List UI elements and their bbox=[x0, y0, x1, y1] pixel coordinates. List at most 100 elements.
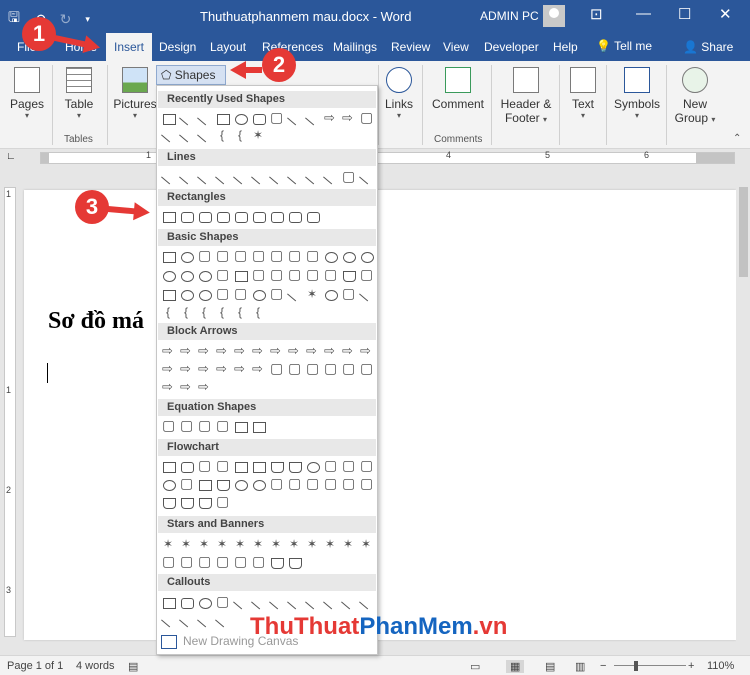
star-32-point-shape-icon[interactable] bbox=[358, 537, 376, 553]
document-page[interactable]: Sơ đồ má bbox=[24, 190, 736, 640]
line-callout-1-shape-icon[interactable] bbox=[232, 595, 250, 611]
header-footer-button[interactable]: Header & Footer ▾ bbox=[498, 67, 554, 125]
minimize-icon[interactable]: — bbox=[636, 5, 651, 22]
scribble-shape-icon[interactable] bbox=[358, 170, 376, 186]
star-24-point-shape-icon[interactable] bbox=[340, 537, 358, 553]
star-16-point-shape-icon[interactable] bbox=[322, 537, 340, 553]
elbow-arrow-shape-icon[interactable] bbox=[232, 170, 250, 186]
down-arrow-shape-icon[interactable] bbox=[214, 343, 232, 360]
share-button[interactable]: 👤 Share bbox=[683, 40, 733, 54]
document-heading[interactable]: Sơ đồ má bbox=[48, 308, 144, 335]
line-callout-border-3-shape-icon[interactable] bbox=[160, 613, 178, 629]
explosion-2-shape-icon[interactable] bbox=[178, 537, 196, 553]
division-shape-icon[interactable] bbox=[214, 417, 232, 435]
tab-insert[interactable]: Insert bbox=[106, 33, 153, 61]
customize-qat-icon[interactable]: ▾ bbox=[85, 14, 90, 25]
comment-button[interactable]: Comment bbox=[430, 67, 486, 111]
flowchart-internal-storage-shape-icon[interactable] bbox=[250, 459, 268, 475]
tab-layout[interactable]: Layout bbox=[210, 40, 246, 54]
down-arrow-callout-shape-icon[interactable] bbox=[322, 360, 340, 378]
left-brace-shape-icon[interactable] bbox=[214, 128, 232, 144]
symbols-button[interactable]: Symbols ▾ bbox=[613, 67, 661, 120]
teardrop-shape-icon[interactable] bbox=[214, 266, 232, 284]
triangle-shape-icon[interactable] bbox=[196, 247, 214, 265]
minus-shape-icon[interactable] bbox=[178, 417, 196, 435]
arc-shape-icon[interactable] bbox=[358, 287, 376, 303]
arc-shape-icon[interactable] bbox=[178, 128, 196, 144]
scrollbar-thumb[interactable] bbox=[739, 187, 748, 277]
print-layout-icon[interactable]: ▦ bbox=[506, 660, 525, 673]
right-brace-shape-icon[interactable] bbox=[250, 305, 268, 321]
wave-shape-icon[interactable] bbox=[268, 555, 286, 571]
curve-shape-icon[interactable] bbox=[160, 128, 178, 144]
rounded-rectangle-shape-icon[interactable] bbox=[250, 111, 268, 127]
curved-ribbon-down-shape-icon[interactable] bbox=[214, 553, 232, 571]
curved-up-arrow-shape-icon[interactable] bbox=[196, 361, 214, 378]
line-callout-accent-border-1-shape-icon[interactable] bbox=[178, 613, 196, 629]
star-shape-icon[interactable] bbox=[250, 128, 268, 144]
curved-ribbon-up-shape-icon[interactable] bbox=[196, 553, 214, 571]
rectangle-shape-icon[interactable] bbox=[214, 111, 232, 127]
left-right-arrow-callout-shape-icon[interactable] bbox=[160, 379, 178, 396]
down-arrow-shape-icon[interactable] bbox=[340, 110, 358, 127]
flowchart-delay-shape-icon[interactable] bbox=[358, 475, 376, 493]
curved-down-arrow-shape-icon[interactable] bbox=[214, 361, 232, 378]
up-down-arrow-shape-icon[interactable] bbox=[250, 343, 268, 360]
shapes-button[interactable]: ⬠ Shapes ▾ bbox=[156, 65, 226, 95]
triangle-shape-icon[interactable] bbox=[268, 109, 286, 127]
horizontal-scroll-shape-icon[interactable] bbox=[250, 553, 268, 571]
heptagon-shape-icon[interactable] bbox=[322, 249, 340, 265]
round-diagonal-rectangle-shape-icon[interactable] bbox=[304, 209, 322, 225]
notched-right-arrow-shape-icon[interactable] bbox=[250, 361, 268, 378]
flowchart-collate-shape-icon[interactable] bbox=[268, 475, 286, 493]
sun-shape-icon[interactable] bbox=[304, 287, 322, 303]
cloud-shape-icon[interactable] bbox=[340, 285, 358, 303]
table-button[interactable]: Table ▾ bbox=[60, 67, 98, 120]
star-5-point-shape-icon[interactable] bbox=[214, 537, 232, 553]
rounded-rectangle-shape-icon[interactable] bbox=[178, 209, 196, 225]
flowchart-sequential-access-shape-icon[interactable] bbox=[160, 495, 178, 511]
zoom-out-icon[interactable]: − bbox=[600, 660, 606, 672]
donut-shape-icon[interactable] bbox=[178, 287, 196, 303]
flowchart-document-shape-icon[interactable] bbox=[268, 459, 286, 475]
flowchart-sort-shape-icon[interactable] bbox=[286, 475, 304, 493]
maximize-icon[interactable]: ☐ bbox=[678, 5, 691, 23]
freeform-shape-icon[interactable] bbox=[340, 168, 358, 186]
flowchart-offpage-connector-shape-icon[interactable] bbox=[178, 475, 196, 493]
left-arrow-callout-shape-icon[interactable] bbox=[340, 360, 358, 378]
focus-mode-icon[interactable]: ▭ bbox=[470, 660, 480, 673]
plaque-shape-icon[interactable] bbox=[322, 266, 340, 284]
line-callout-3-shape-icon[interactable] bbox=[268, 595, 286, 611]
quad-arrow-callout-shape-icon[interactable] bbox=[178, 379, 196, 396]
parallelogram-shape-icon[interactable] bbox=[232, 247, 250, 265]
up-arrow-shape-icon[interactable] bbox=[196, 343, 214, 360]
line-shape-icon[interactable] bbox=[160, 170, 178, 186]
curved-double-arrow-shape-icon[interactable] bbox=[304, 170, 322, 186]
pictures-button[interactable]: Pictures ▾ bbox=[113, 67, 157, 120]
line-double-arrow-shape-icon[interactable] bbox=[196, 170, 214, 186]
striped-right-arrow-shape-icon[interactable] bbox=[232, 361, 250, 378]
elbow-double-arrow-shape-icon[interactable] bbox=[250, 170, 268, 186]
flowchart-predefined-process-shape-icon[interactable] bbox=[232, 459, 250, 475]
oval-shape-icon[interactable] bbox=[232, 111, 250, 127]
line-callout-border-1-shape-icon[interactable] bbox=[340, 595, 358, 611]
round-same-side-rectangle-shape-icon[interactable] bbox=[286, 209, 304, 225]
tab-help[interactable]: Help bbox=[553, 40, 578, 54]
cross-shape-icon[interactable] bbox=[304, 266, 322, 284]
dodecagon-shape-icon[interactable] bbox=[160, 268, 178, 284]
left-arrow-shape-icon[interactable] bbox=[178, 343, 196, 360]
trapezoid-shape-icon[interactable] bbox=[250, 247, 268, 265]
redo-icon[interactable]: ↻ bbox=[60, 11, 72, 28]
flowchart-data-shape-icon[interactable] bbox=[214, 457, 232, 475]
vertical-ruler[interactable]: 1 1 2 3 bbox=[0, 167, 18, 647]
flowchart-preparation-shape-icon[interactable] bbox=[322, 457, 340, 475]
flowchart-alternate-process-shape-icon[interactable] bbox=[178, 459, 196, 475]
close-icon[interactable]: ✕ bbox=[719, 5, 732, 23]
flowchart-manual-input-shape-icon[interactable] bbox=[340, 457, 358, 475]
line-callout-accent-1-shape-icon[interactable] bbox=[286, 595, 304, 611]
equal-shape-icon[interactable] bbox=[232, 419, 250, 435]
hexagon-shape-icon[interactable] bbox=[304, 247, 322, 265]
curved-left-arrow-shape-icon[interactable] bbox=[178, 361, 196, 378]
diagonal-stripe-shape-icon[interactable] bbox=[286, 266, 304, 284]
frame-shape-icon[interactable] bbox=[232, 268, 250, 284]
